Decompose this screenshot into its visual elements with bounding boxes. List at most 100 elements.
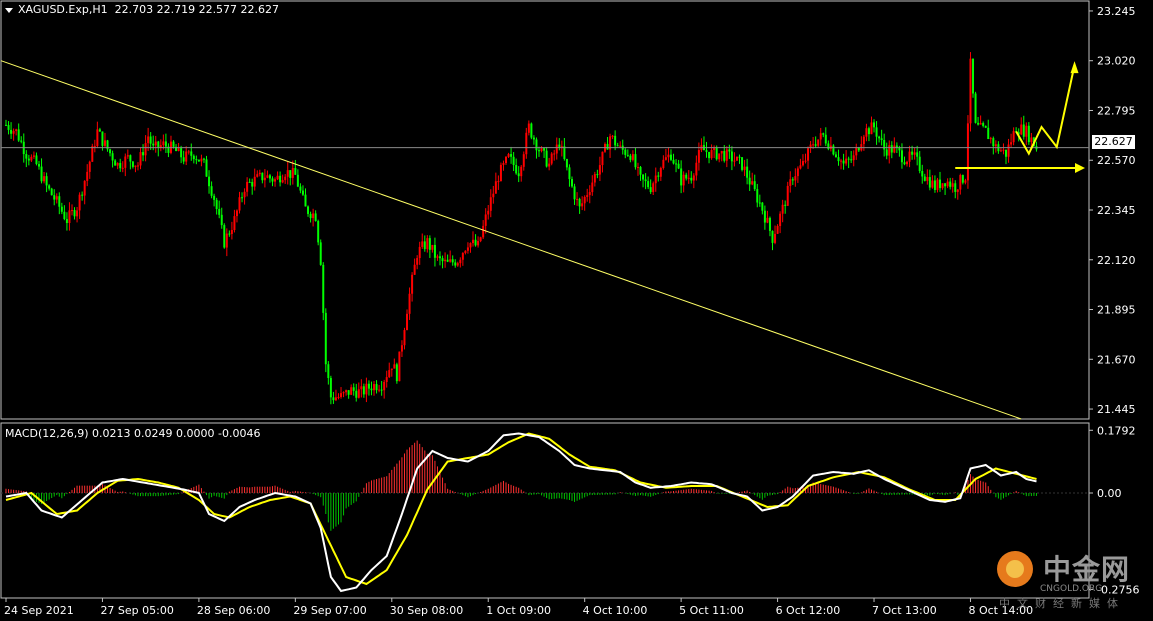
- candle-body: [119, 163, 122, 169]
- candle-body: [284, 176, 287, 181]
- candle-body: [956, 189, 959, 192]
- candle-body: [456, 263, 459, 266]
- candle-body: [921, 170, 924, 177]
- candle-body: [784, 204, 787, 206]
- candle-body: [109, 149, 112, 154]
- macd-header: MACD(12,26,9) 0.0213 0.0249 0.0000 -0.00…: [5, 427, 261, 440]
- candle-body: [482, 225, 485, 238]
- candle-body: [479, 237, 482, 242]
- candle-body: [969, 58, 972, 124]
- candle-body: [817, 139, 820, 146]
- candle-body: [324, 312, 327, 365]
- candle-body: [634, 154, 637, 168]
- candle-body: [649, 187, 652, 193]
- candle-body: [946, 181, 949, 187]
- candle-body: [672, 159, 675, 164]
- candle-body: [662, 159, 665, 168]
- candle-body: [172, 141, 175, 147]
- candle-body: [918, 156, 921, 171]
- candle-body: [322, 264, 325, 313]
- symbol-menu-icon[interactable]: [5, 8, 13, 13]
- candle-body: [88, 161, 91, 172]
- candle-body: [535, 139, 538, 151]
- candle-body: [796, 168, 799, 177]
- candle-body: [992, 138, 995, 147]
- candle-body: [223, 225, 226, 248]
- candle-body: [307, 206, 310, 214]
- candle-body: [583, 196, 586, 204]
- candle-body: [789, 179, 792, 186]
- candle-body: [974, 93, 977, 123]
- candle-body: [570, 179, 573, 187]
- candle-body: [911, 151, 914, 155]
- candle-body: [819, 133, 822, 140]
- candle-body: [487, 210, 490, 215]
- candle-body: [149, 136, 152, 144]
- macd-tick-label: 0.00: [1097, 487, 1122, 500]
- time-tick-label: 6 Oct 12:00: [776, 604, 841, 617]
- candle-body: [121, 167, 124, 169]
- time-tick-label: 4 Oct 10:00: [583, 604, 648, 617]
- candle-body: [812, 144, 815, 146]
- candle-body: [507, 154, 510, 157]
- candle-body: [502, 163, 505, 165]
- candle-body: [433, 244, 436, 258]
- candle-body: [885, 149, 888, 156]
- candle-body: [215, 199, 218, 209]
- logo-text: 中金网: [1043, 553, 1131, 586]
- candle-body: [347, 390, 350, 395]
- candle-body: [961, 175, 964, 183]
- candle-body: [1007, 144, 1010, 157]
- candle-body: [631, 154, 634, 160]
- candle-body: [484, 214, 487, 226]
- candle-body: [984, 125, 987, 128]
- candle-body: [718, 153, 721, 160]
- candle-body: [68, 210, 71, 223]
- candle-body: [65, 219, 68, 223]
- candle-body: [266, 175, 269, 178]
- candle-body: [248, 181, 251, 183]
- candle-body: [494, 181, 497, 194]
- candle-body: [37, 164, 40, 167]
- candle-body: [180, 147, 183, 158]
- candle-body: [916, 152, 919, 157]
- candle-body: [428, 238, 431, 250]
- candle-body: [27, 158, 30, 161]
- candle-body: [187, 151, 190, 153]
- candle-body: [743, 166, 746, 170]
- candle-body: [286, 170, 289, 177]
- price-tick-label: 22.570: [1097, 154, 1136, 167]
- candle-body: [565, 158, 568, 168]
- candle-body: [705, 150, 708, 152]
- candle-body: [5, 124, 7, 126]
- candle-body: [626, 154, 629, 156]
- candle-body: [725, 149, 728, 161]
- candle-body: [492, 193, 495, 198]
- candle-body: [987, 127, 990, 140]
- candle-body: [451, 259, 454, 263]
- candle-body: [659, 167, 662, 177]
- candle-body: [271, 178, 274, 182]
- candle-body: [857, 147, 860, 151]
- candle-body: [256, 174, 259, 177]
- candles: [5, 52, 1038, 405]
- candle-body: [390, 368, 393, 371]
- candle-body: [951, 183, 954, 187]
- candle-body: [629, 155, 632, 160]
- candle-body: [1022, 124, 1025, 137]
- candle-body: [111, 153, 114, 161]
- candle-body: [35, 155, 38, 165]
- candle-body: [459, 259, 462, 264]
- projection-arrow-line: [1015, 64, 1076, 156]
- candle-body: [83, 180, 86, 196]
- candle-body: [32, 155, 35, 157]
- candle-body: [43, 176, 46, 182]
- candle-body: [908, 151, 911, 162]
- candle-body: [893, 145, 896, 153]
- candle-body: [439, 256, 442, 259]
- candle-body: [824, 134, 827, 144]
- candle-body: [55, 196, 58, 200]
- price-tick-label: 21.670: [1097, 353, 1136, 366]
- candle-body: [834, 154, 837, 158]
- candle-body: [86, 171, 89, 181]
